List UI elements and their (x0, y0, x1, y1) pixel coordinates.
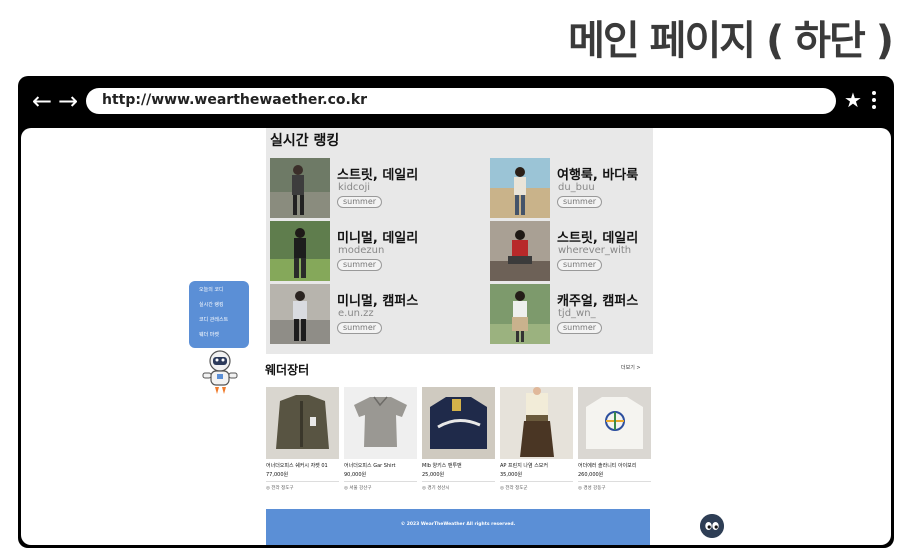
ranking-item[interactable]: 여행룩, 바다룩 du_buu summer (490, 158, 680, 218)
astronaut-mascot-icon (202, 350, 238, 394)
divider (266, 481, 339, 482)
product-location: ◎ 경성 강동구 (578, 486, 606, 491)
ranking-user: du_buu (558, 182, 595, 193)
ranking-item[interactable]: 미니멀, 데일리 modezun summer (270, 221, 460, 281)
divider (422, 481, 495, 482)
site-footer: © 2023 WearTheWeather All rights reserve… (266, 509, 650, 545)
side-menu-item[interactable]: 오늘의 코디 (199, 287, 249, 302)
web-page: 실시간 랭킹 스트릿, 데일리 kidcoji summer 여행룩, 바다룩 … (21, 128, 891, 545)
product-card[interactable]: Mlb 양키스 맨투맨 25,000원 ◎ 경기 성산시 (422, 387, 495, 497)
side-menu-item[interactable]: 웨더 마켓 (199, 332, 249, 347)
market-more-link[interactable]: 더보기 > (621, 364, 641, 371)
product-name: 어너더오피스 쉐커시 자켓 01 (266, 463, 328, 469)
product-card[interactable]: 어더에러 솔라니티 아이보리 260,000원 ◎ 경성 강동구 (578, 387, 651, 497)
season-tag[interactable]: summer (337, 322, 383, 334)
ranking-item[interactable]: 스트릿, 데일리 kidcoji summer (270, 158, 460, 218)
bookmark-star-icon[interactable]: ★ (844, 88, 862, 112)
ranking-item[interactable]: 미니멀, 캠퍼스 e.un.zz summer (270, 284, 460, 344)
ranking-item[interactable]: 캐주얼, 캠퍼스 tjd_wn_ summer (490, 284, 680, 344)
side-menu-item[interactable]: 코디 관레스트 (199, 317, 249, 332)
product-price: 260,000원 (578, 472, 604, 478)
product-card[interactable]: 어너더오피스 Gar Shirt 90,000원 ◎ 서울 강산구 (344, 387, 417, 497)
ranking-user: kidcoji (338, 182, 371, 193)
product-name: Mlb 양키스 맨투맨 (422, 463, 462, 469)
outfit-photo (490, 221, 550, 281)
ranking-style: 미니멀, 캠퍼스 (337, 294, 419, 309)
product-price: 35,000원 (500, 472, 523, 478)
season-tag[interactable]: summer (557, 196, 603, 208)
product-location: ◎ 전라 정도군 (500, 486, 528, 491)
season-tag[interactable]: summer (337, 196, 383, 208)
product-location: ◎ 서울 강산구 (344, 486, 372, 491)
back-arrow-icon[interactable]: ← (32, 87, 52, 115)
chat-eyes-icon[interactable] (700, 514, 724, 538)
url-text: http://www.wearthewaether.co.kr (102, 92, 368, 108)
ranking-style: 미니멀, 데일리 (337, 231, 419, 246)
ranking-style: 여행룩, 바다룩 (557, 168, 639, 183)
outfit-photo (270, 284, 330, 344)
ranking-style: 스트릿, 데일리 (337, 168, 419, 183)
product-price: 25,000원 (422, 472, 445, 478)
ranking-section: 실시간 랭킹 스트릿, 데일리 kidcoji summer 여행룩, 바다룩 … (266, 128, 653, 354)
divider (344, 481, 417, 482)
outfit-photo (270, 221, 330, 281)
ranking-style: 캐주얼, 캠퍼스 (557, 294, 639, 309)
product-image (266, 387, 339, 459)
forward-arrow-icon[interactable]: → (58, 87, 78, 115)
slide: 메인 페이지 ( 하단 ) ← → http://www.wearthewaet… (0, 0, 906, 555)
product-card[interactable]: 어너더오피스 쉐커시 자켓 01 77,000원 ◎ 전라 정도구 (266, 387, 339, 497)
market-title: 웨더장터 (265, 363, 310, 377)
ranking-user: tjd_wn_ (558, 308, 596, 319)
footer-copyright: © 2023 WearTheWeather All rights reserve… (400, 522, 516, 527)
product-name: AP 프린지 나염 스모커 (500, 463, 549, 469)
ranking-item[interactable]: 스트릿, 데일리 wherever_with summer (490, 221, 680, 281)
product-price: 77,000원 (266, 472, 289, 478)
product-location: ◎ 전라 정도구 (266, 486, 294, 491)
browser-window: ← → http://www.wearthewaether.co.kr ★ 실시… (18, 76, 894, 548)
product-location: ◎ 경기 성산시 (422, 486, 450, 491)
divider (578, 481, 651, 482)
product-image (578, 387, 651, 459)
slide-title: 메인 페이지 ( 하단 ) (568, 18, 894, 64)
product-image (344, 387, 417, 459)
product-image (422, 387, 495, 459)
season-tag[interactable]: summer (337, 259, 383, 271)
side-menu-item[interactable]: 실시간 랭킹 (199, 302, 249, 317)
product-card[interactable]: AP 프린지 나염 스모커 35,000원 ◎ 전라 정도군 (500, 387, 573, 497)
ranking-user: wherever_with (558, 245, 632, 256)
outfit-photo (490, 284, 550, 344)
divider (500, 481, 573, 482)
product-price: 90,000원 (344, 472, 367, 478)
ranking-user: modezun (338, 245, 385, 256)
outfit-photo (270, 158, 330, 218)
product-image (500, 387, 573, 459)
more-menu-icon[interactable] (870, 88, 878, 114)
season-tag[interactable]: summer (557, 322, 603, 334)
outfit-photo (490, 158, 550, 218)
product-name: 어더에러 솔라니티 아이보리 (578, 463, 637, 469)
floating-side-menu: 오늘의 코디 실시간 랭킹 코디 관레스트 웨더 마켓 (189, 281, 249, 348)
product-name: 어너더오피스 Gar Shirt (344, 463, 396, 469)
ranking-user: e.un.zz (338, 308, 374, 319)
season-tag[interactable]: summer (557, 259, 603, 271)
ranking-style: 스트릿, 데일리 (557, 231, 639, 246)
browser-toolbar: ← → http://www.wearthewaether.co.kr ★ (18, 76, 894, 128)
address-bar[interactable]: http://www.wearthewaether.co.kr (86, 88, 836, 114)
ranking-title: 실시간 랭킹 (270, 133, 340, 149)
